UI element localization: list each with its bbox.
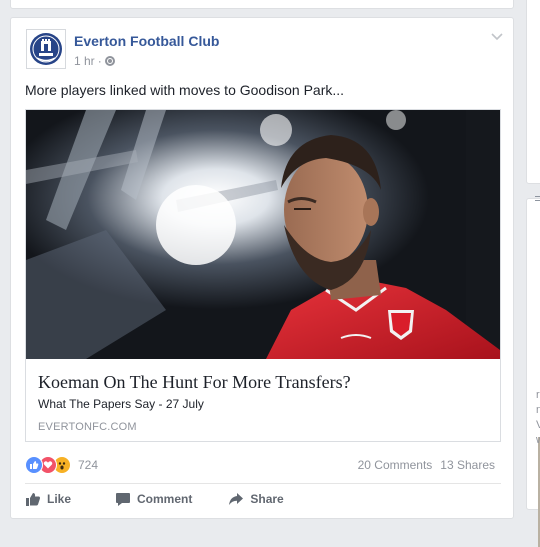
reaction-count: 724 xyxy=(78,458,99,472)
footballer-photo xyxy=(26,110,500,359)
comment-icon xyxy=(116,493,131,506)
comments-count-link[interactable]: 20 Comments xyxy=(358,458,433,472)
comment-label: Comment xyxy=(137,492,193,506)
everton-crest-icon xyxy=(30,33,62,65)
like-reaction-icon xyxy=(25,456,43,474)
thumbs-up-icon xyxy=(26,493,41,506)
right-card-text-3: V xyxy=(536,419,540,431)
link-domain: EVERTONFC.COM xyxy=(38,421,137,433)
like-label: Like xyxy=(47,492,72,506)
previous-post-card xyxy=(10,0,514,9)
globe-icon xyxy=(104,56,115,66)
right-column-card xyxy=(526,0,540,184)
engagement-stats: 20 Comments 13 Shares xyxy=(358,458,495,472)
share-button[interactable]: Share xyxy=(228,491,284,507)
right-card-text-2: n xyxy=(536,404,540,416)
like-button[interactable]: Like xyxy=(25,491,71,507)
page-avatar[interactable] xyxy=(26,29,66,69)
post-meta: 1 hr · xyxy=(74,54,115,68)
link-title[interactable]: Koeman On The Hunt For More Transfers? xyxy=(38,372,351,393)
actions-divider xyxy=(25,483,501,484)
right-card-text-4: w xyxy=(536,434,540,446)
page-name-link[interactable]: Everton Football Club xyxy=(74,33,219,49)
shares-count-link[interactable]: 13 Shares xyxy=(440,458,495,472)
right-column-card-2: r n V w xyxy=(526,196,540,547)
link-preview-image[interactable] xyxy=(26,110,500,359)
reaction-summary[interactable]: 724 xyxy=(25,456,98,474)
chevron-down-icon[interactable] xyxy=(491,33,503,41)
post-action-bar: Like Comment Share xyxy=(25,491,501,507)
link-description: What The Papers Say - 27 July xyxy=(38,397,204,411)
menu-icon[interactable] xyxy=(531,193,540,207)
meta-separator: · xyxy=(97,54,102,68)
share-arrow-icon xyxy=(229,493,244,505)
link-preview-card[interactable]: Koeman On The Hunt For More Transfers? W… xyxy=(25,109,501,442)
share-label: Share xyxy=(250,492,284,506)
right-card-text-1: r xyxy=(536,389,540,401)
feed-post: Everton Football Club 1 hr · More player… xyxy=(10,17,514,519)
post-message: More players linked with moves to Goodis… xyxy=(25,82,345,98)
post-time[interactable]: 1 hr xyxy=(74,54,95,68)
comment-button[interactable]: Comment xyxy=(115,491,192,507)
